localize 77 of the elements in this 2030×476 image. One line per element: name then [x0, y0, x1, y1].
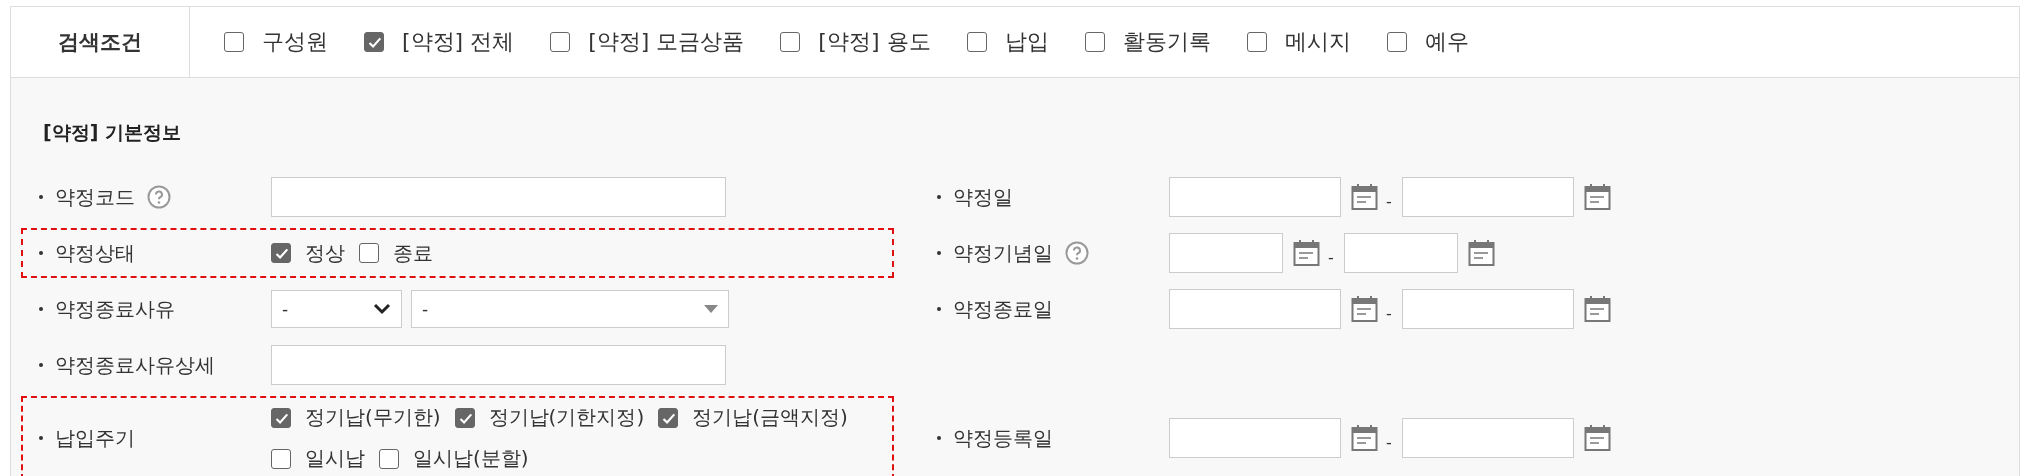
calendar-icon[interactable]	[1583, 424, 1611, 452]
field-label: 납입주기	[55, 424, 135, 452]
field-label: 약정상태	[55, 239, 135, 267]
calendar-icon[interactable]	[1583, 295, 1611, 323]
calendar-icon[interactable]	[1351, 295, 1378, 323]
checkbox-label: 구성원	[262, 28, 328, 56]
date-field[interactable]	[1169, 418, 1341, 458]
range-separator: -	[1386, 432, 1392, 452]
checkbox-label: 메시지	[1284, 28, 1351, 56]
checkbox[interactable]	[271, 448, 291, 469]
range-separator: -	[1386, 191, 1392, 211]
text-field[interactable]	[271, 177, 726, 217]
checkbox[interactable]	[271, 243, 291, 263]
field-label: 약정기념일	[953, 239, 1053, 267]
bullet-icon	[937, 307, 941, 311]
field-label: 약정일	[953, 183, 1013, 211]
checkbox[interactable]	[379, 448, 399, 469]
checkbox-label: 정상	[305, 239, 345, 267]
section-title: [약정] 기본정보	[43, 120, 182, 145]
field-label: 약정종료사유	[55, 295, 175, 323]
checkbox[interactable]	[550, 32, 571, 52]
calendar-icon[interactable]	[1293, 239, 1320, 267]
field-label: 약정등록일	[953, 424, 1053, 452]
checkbox[interactable]	[364, 32, 384, 52]
checkbox-label: 종료	[393, 239, 433, 267]
dropdown[interactable]: -	[271, 290, 402, 328]
bullet-icon	[39, 363, 43, 367]
checkbox-label: 예우	[1424, 28, 1469, 56]
bullet-icon	[937, 251, 941, 255]
checkbox[interactable]	[658, 407, 679, 428]
date-field[interactable]	[1169, 233, 1283, 273]
calendar-icon[interactable]	[1351, 424, 1378, 452]
help-icon[interactable]	[147, 185, 171, 209]
calendar-icon[interactable]	[1583, 183, 1611, 211]
help-icon[interactable]	[1065, 241, 1089, 265]
checkbox[interactable]	[1386, 32, 1407, 52]
bullet-icon	[937, 436, 941, 440]
range-separator: -	[1386, 303, 1392, 323]
range-separator: -	[1328, 247, 1334, 267]
checkbox-label: 일시납	[305, 445, 365, 472]
checkbox[interactable]	[359, 243, 379, 263]
date-field[interactable]	[1169, 289, 1341, 329]
dropdown[interactable]: -	[411, 290, 729, 328]
date-field[interactable]	[1169, 177, 1341, 217]
field-label: 약정종료일	[953, 295, 1053, 323]
checkbox-label: 정기납(기한지정)	[488, 404, 645, 431]
checkbox[interactable]	[271, 407, 291, 428]
checkbox-label: [약정] 전체	[402, 28, 515, 56]
checkbox-label: 활동기록	[1122, 28, 1211, 56]
text-field[interactable]	[271, 345, 726, 385]
bullet-icon	[39, 436, 43, 440]
checkbox-label: 일시납(분할)	[413, 445, 529, 472]
checkbox[interactable]	[1084, 32, 1105, 52]
checkbox[interactable]	[966, 32, 987, 52]
date-field[interactable]	[1401, 177, 1574, 217]
date-field[interactable]	[1401, 289, 1574, 329]
checkbox-label: [약정] 용도	[818, 28, 931, 56]
bullet-icon	[39, 195, 43, 199]
bullet-icon	[937, 195, 941, 199]
checkbox[interactable]	[454, 407, 475, 428]
checkbox-label: 정기납(무기한)	[305, 404, 441, 431]
bullet-icon	[39, 307, 43, 311]
chevron-icon	[373, 303, 391, 315]
calendar-icon[interactable]	[1351, 183, 1378, 211]
checkbox[interactable]	[224, 32, 244, 52]
checkbox[interactable]	[1246, 32, 1267, 52]
bullet-icon	[39, 251, 43, 255]
checkbox-label: 납입	[1004, 28, 1049, 56]
checkbox[interactable]	[780, 32, 801, 52]
checkbox-label: 정기납(금액지정)	[692, 404, 848, 431]
calendar-icon[interactable]	[1467, 239, 1495, 267]
checkbox-label: [약정] 모금상품	[588, 28, 745, 56]
date-field[interactable]	[1401, 418, 1574, 458]
date-field[interactable]	[1343, 233, 1458, 273]
triangle-icon	[704, 305, 718, 313]
field-label: 약정종료사유상세	[55, 351, 215, 379]
field-label: 약정코드	[55, 183, 135, 211]
